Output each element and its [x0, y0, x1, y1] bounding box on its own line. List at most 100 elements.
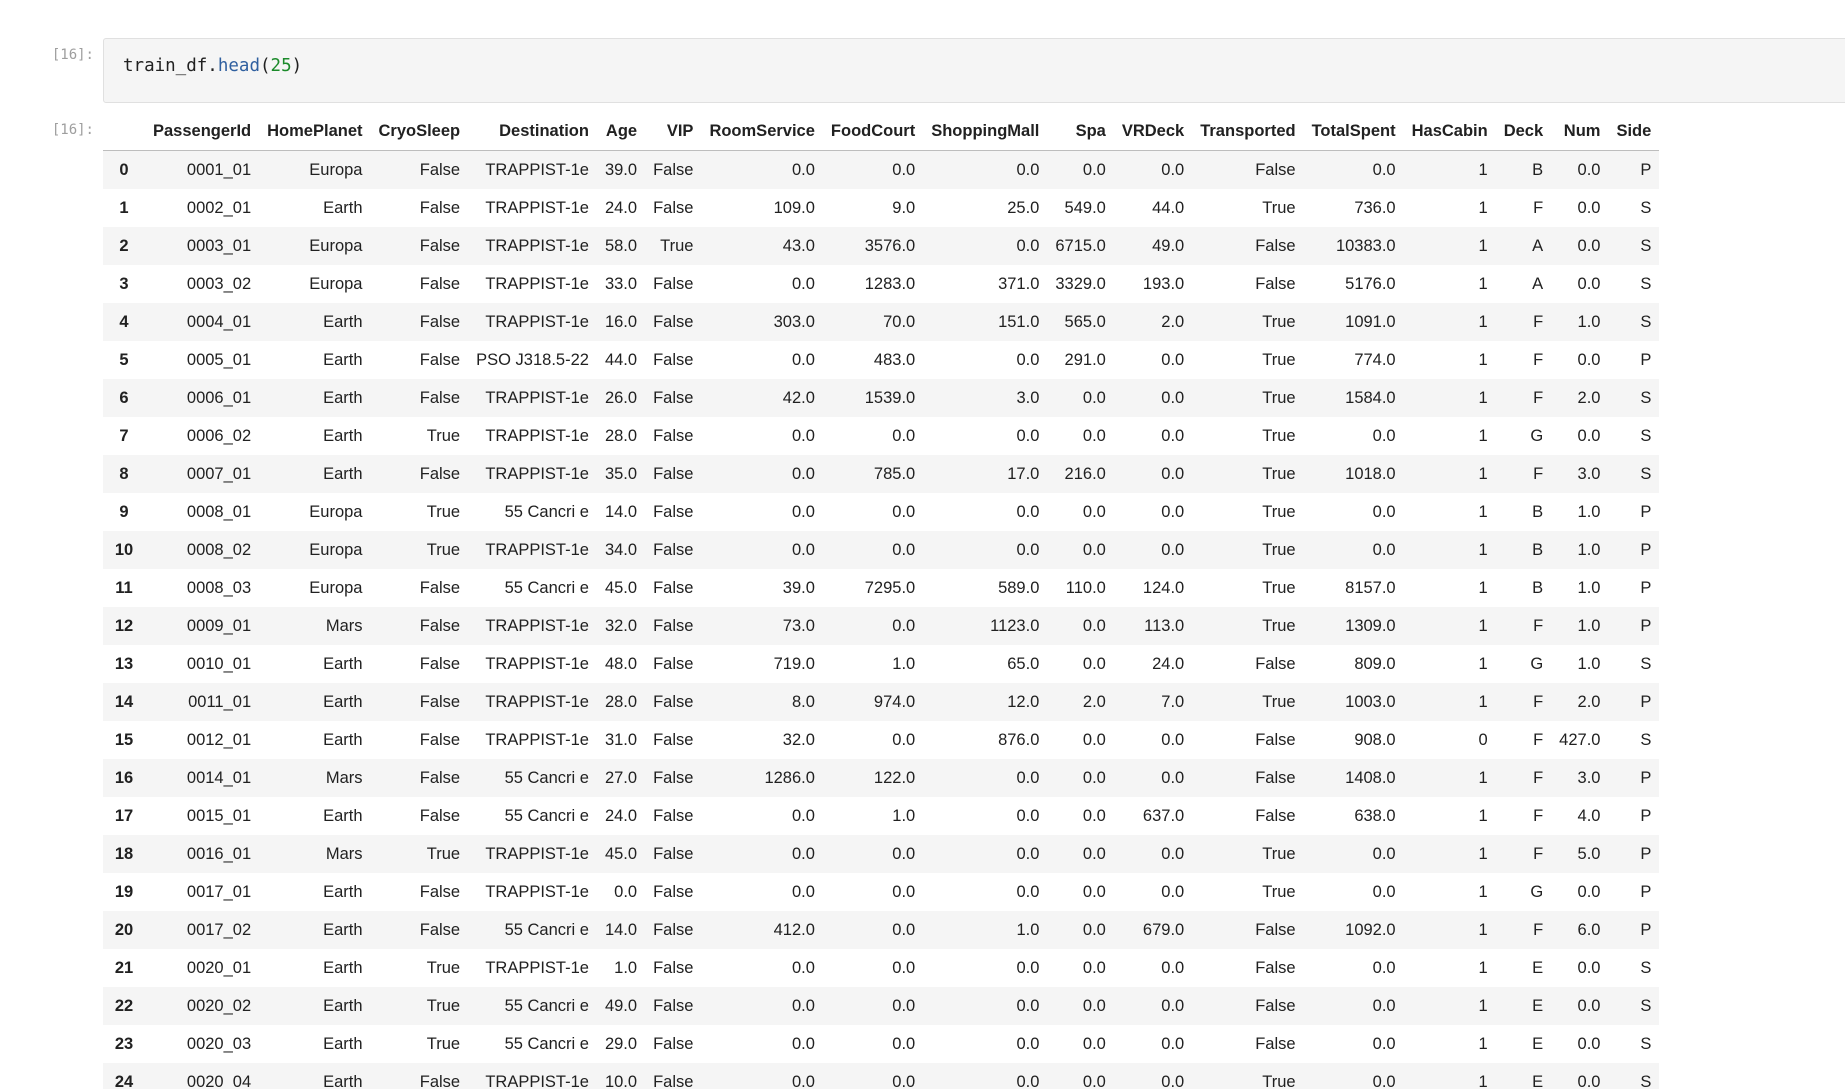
table-row: 0 0001_01 Europa False TRAPPIST-1e 39.0 False 0…	[103, 150, 1660, 189]
table-cell: TRAPPIST-1e	[485, 464, 589, 483]
table-cell: 1092.0	[1345, 920, 1396, 939]
code-cell[interactable]: train_df.head(25)	[103, 38, 1845, 103]
table-cell: P	[1640, 882, 1652, 901]
table-cell: 1	[1478, 1072, 1488, 1089]
table-cell: 0.0	[892, 1072, 916, 1089]
output-prompt: [16]:	[51, 122, 94, 138]
table-cell: P	[1640, 540, 1652, 559]
table-cell: False	[653, 502, 694, 521]
table-cell: E	[1532, 958, 1544, 977]
table-cell: 638.0	[1354, 806, 1396, 825]
table-cell: 0.0	[1577, 426, 1601, 445]
table-cell: 0	[1478, 730, 1488, 749]
table-cell: 109.0	[773, 198, 815, 217]
table-cell: F	[1533, 692, 1544, 711]
row-index: 0	[119, 160, 129, 179]
table-cell: 0.0	[1372, 426, 1396, 445]
table-cell: True	[1262, 540, 1296, 559]
table-cell: 736.0	[1354, 198, 1396, 217]
table-cell: 39.0	[604, 160, 638, 179]
table-cell: False	[653, 996, 694, 1015]
table-cell: False	[1255, 806, 1296, 825]
table-cell: 110.0	[1065, 578, 1106, 597]
table-cell: 0.0	[892, 502, 916, 521]
table-cell: TRAPPIST-1e	[485, 236, 589, 255]
table-cell: S	[1640, 730, 1652, 749]
table-cell: 0.0	[1082, 920, 1106, 939]
table-row: 19 0017_01 Earth False TRAPPIST-1e 0.0 False 0.…	[103, 873, 1660, 911]
table-cell: 8.0	[791, 692, 815, 711]
table-cell: True	[1262, 464, 1296, 483]
table-cell: False	[653, 692, 694, 711]
table-cell: Earth	[323, 920, 363, 939]
table-cell: TRAPPIST-1e	[485, 160, 589, 179]
table-cell: False	[653, 274, 694, 293]
table-cell: 1	[1478, 540, 1488, 559]
table-row: 6 0006_01 Earth False TRAPPIST-1e 26.0 False 42…	[103, 379, 1660, 417]
table-cell: 809.0	[1354, 654, 1396, 673]
table-cell: TRAPPIST-1e	[485, 958, 589, 977]
table-cell: 0002_01	[186, 198, 252, 217]
table-cell: True	[1262, 312, 1296, 331]
row-index: 22	[114, 996, 134, 1015]
table-cell: True	[1262, 882, 1296, 901]
table-cell: 1123.0	[990, 616, 1040, 635]
table-cell: F	[1533, 464, 1544, 483]
table-cell: 0.0	[1372, 996, 1396, 1015]
table-cell: 193.0	[1142, 274, 1185, 293]
table-cell: False	[653, 540, 694, 559]
table-cell: True	[1262, 198, 1296, 217]
table-cell: 0020_03	[186, 1034, 252, 1053]
table-cell: False	[419, 730, 461, 749]
table-row: 7 0006_02 Earth True TRAPPIST-1e 28.0 False 0.0…	[103, 417, 1660, 455]
table-cell: 0017_02	[186, 920, 252, 939]
table-cell: 0.0	[1082, 160, 1106, 179]
table-row: 10 0008_02 Europa True TRAPPIST-1e 34.0 False 0…	[103, 531, 1660, 569]
table-cell: 0.0	[1082, 654, 1106, 673]
table-cell: 303.0	[773, 312, 815, 331]
table-cell: 49.0	[604, 996, 638, 1015]
table-cell: B	[1532, 540, 1544, 559]
table-cell: Europa	[309, 274, 363, 293]
code-open-paren: (	[260, 56, 271, 76]
table-cell: 14.0	[604, 502, 638, 521]
table-cell: 1309.0	[1345, 616, 1396, 635]
table-cell: S	[1640, 426, 1652, 445]
table-cell: False	[653, 1034, 694, 1053]
table-cell: 0.0	[1082, 616, 1106, 635]
table-cell: 565.0	[1064, 312, 1106, 331]
table-row: 24 0020_04 Earth False TRAPPIST-1e 10.0 False 0…	[103, 1063, 1660, 1089]
table-cell: 35.0	[604, 464, 638, 483]
table-row: 17 0015_01 Earth False 55 Cancri e 24.0 False 0…	[103, 797, 1660, 835]
table-cell: 33.0	[604, 274, 638, 293]
table-cell: 0.0	[1372, 958, 1396, 977]
table-cell: 0.0	[1016, 540, 1040, 559]
table-cell: 0.0	[1082, 1034, 1106, 1053]
column-header: Side	[1616, 121, 1652, 140]
table-cell: False	[653, 768, 694, 787]
row-index: 12	[114, 616, 134, 635]
table-cell: False	[653, 844, 694, 863]
row-index: 20	[114, 920, 134, 939]
table-cell: 28.0	[604, 426, 638, 445]
table-cell: 113.0	[1144, 616, 1185, 635]
table-cell: True	[660, 236, 694, 255]
table-cell: 0014_01	[186, 768, 252, 787]
table-cell: True	[1262, 426, 1296, 445]
table-cell: True	[426, 502, 461, 521]
table-cell: 0.0	[1016, 844, 1040, 863]
code-line[interactable]: train_df.head(25)	[123, 56, 302, 76]
table-row: 16 0014_01 Mars False 55 Cancri e 27.0 False 12…	[103, 759, 1660, 797]
table-cell: E	[1532, 996, 1544, 1015]
table-cell: F	[1533, 616, 1544, 635]
table-cell: 0.0	[892, 160, 916, 179]
table-cell: 1	[1478, 1034, 1488, 1053]
table-cell: S	[1640, 312, 1652, 331]
column-header: Spa	[1075, 121, 1106, 140]
row-index: 23	[114, 1034, 134, 1053]
table-cell: 1408.0	[1345, 768, 1396, 787]
table-cell: 0.0	[1082, 502, 1106, 521]
table-cell: True	[426, 958, 461, 977]
table-cell: 0.0	[1161, 958, 1185, 977]
table-cell: 0.0	[791, 1034, 815, 1053]
